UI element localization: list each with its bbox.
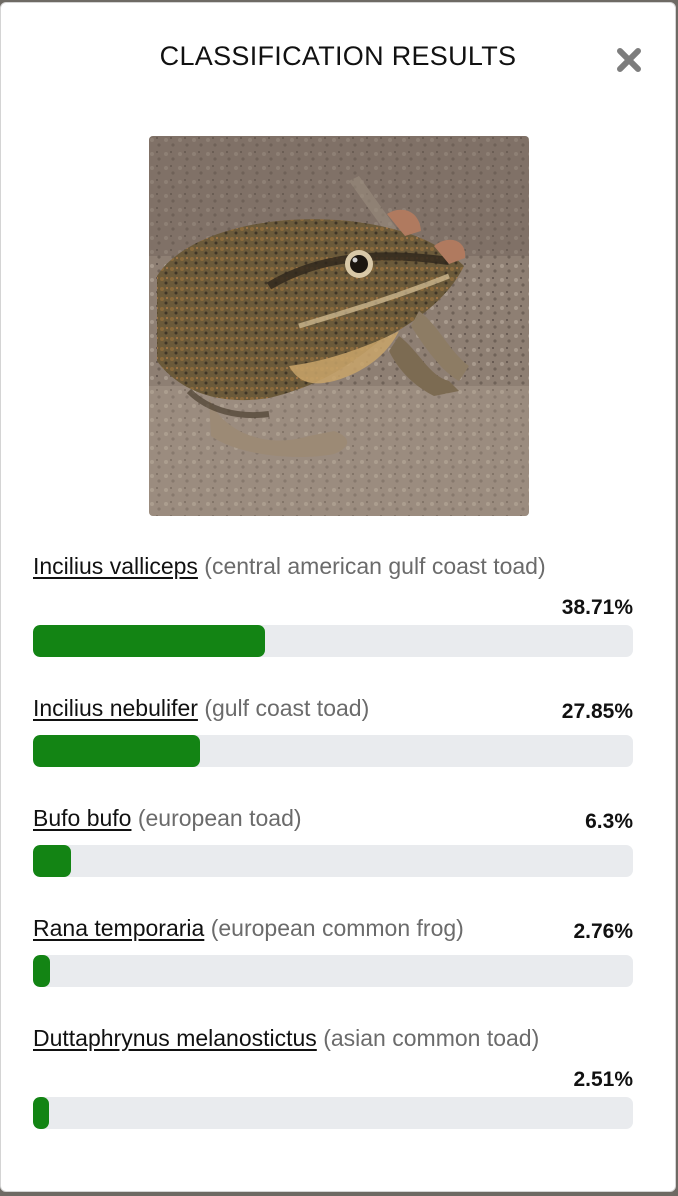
species-link[interactable]: Incilius nebulifer — [33, 695, 198, 721]
confidence-bar-fill — [33, 735, 201, 767]
species-link[interactable]: Duttaphrynus melanostictus — [33, 1025, 317, 1051]
classification-dialog: CLASSIFICATION RESULTS Incilius vallicep… — [0, 2, 676, 1192]
result-name-line: Incilius nebulifer (gulf coast toad) — [33, 693, 369, 723]
result-name-line: Rana temporaria (european common frog) — [33, 913, 464, 943]
confidence-bar-track — [33, 625, 633, 657]
toad-photo — [149, 136, 529, 516]
species-link[interactable]: Rana temporaria — [33, 915, 204, 941]
result-name-line: Incilius valliceps (central american gul… — [33, 551, 546, 581]
confidence-percent: 6.3% — [585, 810, 633, 833]
confidence-bar-track — [33, 1097, 633, 1129]
confidence-bar-fill — [33, 625, 266, 657]
species-link[interactable]: Incilius valliceps — [33, 553, 198, 579]
confidence-bar-fill — [33, 1097, 49, 1129]
confidence-bar-track — [33, 955, 633, 987]
confidence-bar-fill — [33, 845, 71, 877]
result-name-line: Bufo bufo (european toad) — [33, 803, 302, 833]
common-name: (gulf coast toad) — [204, 695, 370, 721]
close-icon[interactable] — [614, 45, 644, 75]
common-name: (european common frog) — [210, 915, 464, 941]
result-name-line: Duttaphrynus melanostictus (asian common… — [33, 1023, 539, 1053]
common-name: (central american gulf coast toad) — [204, 553, 546, 579]
confidence-bar-fill — [33, 955, 50, 987]
confidence-percent: 38.71% — [561, 596, 633, 619]
confidence-bar-track — [33, 735, 633, 767]
confidence-bar-track — [33, 845, 633, 877]
confidence-percent: 2.51% — [573, 1068, 633, 1091]
confidence-percent: 2.76% — [573, 920, 633, 943]
common-name: (asian common toad) — [323, 1025, 540, 1051]
confidence-percent: 27.85% — [561, 700, 633, 723]
common-name: (european toad) — [137, 805, 302, 831]
dialog-title: CLASSIFICATION RESULTS — [159, 41, 517, 71]
species-link[interactable]: Bufo bufo — [33, 805, 131, 831]
